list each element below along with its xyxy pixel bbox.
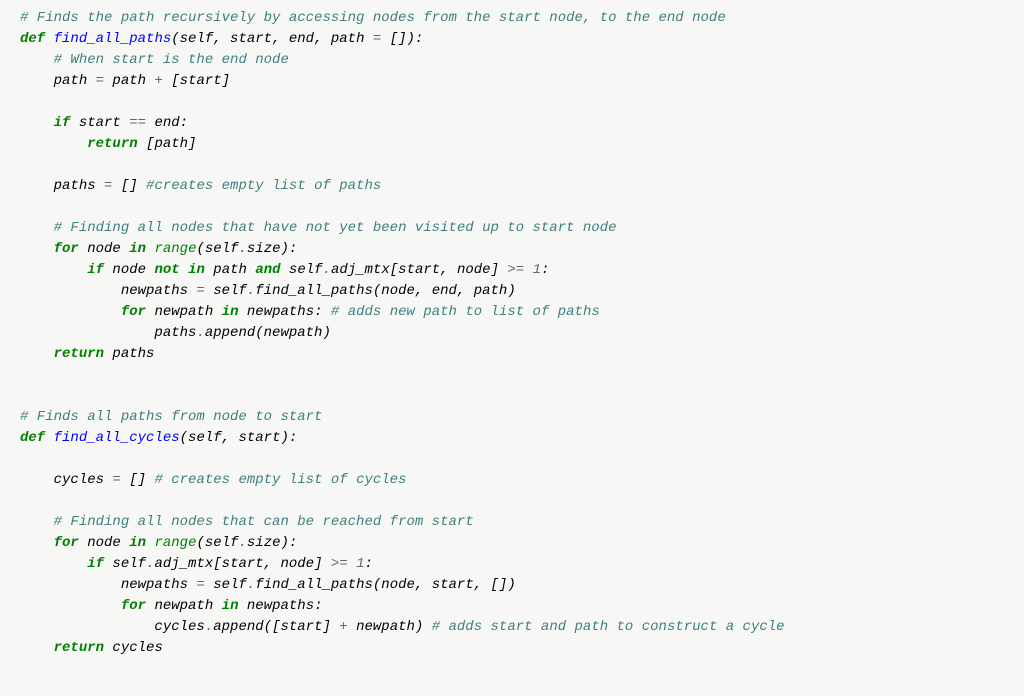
sp xyxy=(180,262,188,278)
function-name: find_all_paths xyxy=(54,31,172,47)
gte: >= xyxy=(507,262,524,278)
var: newpaths xyxy=(121,283,197,299)
in-keyword: in xyxy=(129,535,146,551)
attr: size): xyxy=(247,241,297,257)
range-builtin: range xyxy=(154,535,196,551)
expr: newpath) xyxy=(348,619,432,635)
loop-var: node xyxy=(79,241,129,257)
comment-line: # When start is the end node xyxy=(54,52,289,68)
loop-var: node xyxy=(79,535,129,551)
equals: = xyxy=(196,283,204,299)
gte: >= xyxy=(331,556,348,572)
var: paths xyxy=(154,325,196,341)
loop-var: newpath xyxy=(146,304,222,320)
in-keyword: in xyxy=(222,598,239,614)
plus: + xyxy=(154,73,162,89)
dot: . xyxy=(239,535,247,551)
if-keyword: if xyxy=(87,262,104,278)
var: cycles xyxy=(154,619,204,635)
colon: : xyxy=(541,262,549,278)
cond: start xyxy=(70,115,129,131)
sp xyxy=(348,556,356,572)
return-keyword: return xyxy=(54,640,104,656)
if-keyword: if xyxy=(87,556,104,572)
expr: adj_mtx[start, node] xyxy=(154,556,330,572)
for-keyword: for xyxy=(121,304,146,320)
eqeq: == xyxy=(129,115,146,131)
loop-var: newpath xyxy=(146,598,222,614)
sp xyxy=(524,262,532,278)
expr: self xyxy=(104,556,146,572)
return-val: paths xyxy=(104,346,154,362)
cond: end: xyxy=(146,115,188,131)
equals: = xyxy=(112,472,120,488)
var: cycles xyxy=(54,472,113,488)
call: find_all_paths(node, start, []) xyxy=(255,577,515,593)
if-keyword: if xyxy=(54,115,71,131)
in-keyword: in xyxy=(188,262,205,278)
expr: [] xyxy=(121,472,155,488)
return-val: cycles xyxy=(104,640,163,656)
args: (self xyxy=(196,241,238,257)
expr: adj_mtx[start, node] xyxy=(331,262,507,278)
default-arg: []): xyxy=(381,31,423,47)
return-keyword: return xyxy=(54,346,104,362)
attr: size): xyxy=(247,535,297,551)
number: 1 xyxy=(533,262,541,278)
code-block: # Finds the path recursively by accessin… xyxy=(20,8,1004,659)
def-keyword: def xyxy=(20,31,45,47)
for-keyword: for xyxy=(54,535,79,551)
for-keyword: for xyxy=(54,241,79,257)
in-keyword: in xyxy=(129,241,146,257)
dot: . xyxy=(323,262,331,278)
expr: [] xyxy=(112,178,146,194)
comment-line: # Finds the path recursively by accessin… xyxy=(20,10,726,26)
expr: path xyxy=(104,73,154,89)
expr: self xyxy=(281,262,323,278)
expr: self xyxy=(205,577,247,593)
expr: self xyxy=(205,283,247,299)
for-keyword: for xyxy=(121,598,146,614)
function-name: find_all_cycles xyxy=(54,430,180,446)
comment-line: # creates empty list of cycles xyxy=(154,472,406,488)
comment-line: # Finds all paths from node to start xyxy=(20,409,322,425)
iter: newpaths: xyxy=(238,304,330,320)
expr: node xyxy=(104,262,154,278)
in-keyword: in xyxy=(222,304,239,320)
var: paths xyxy=(54,178,104,194)
return-keyword: return xyxy=(87,136,137,152)
and-keyword: and xyxy=(255,262,280,278)
call: append(newpath) xyxy=(205,325,331,341)
params: (self, start): xyxy=(180,430,298,446)
comment-line: # Finding all nodes that have not yet be… xyxy=(54,220,617,236)
args: (self xyxy=(196,535,238,551)
params: (self, start, end, path xyxy=(171,31,373,47)
var: newpaths xyxy=(121,577,197,593)
call: append([start] xyxy=(213,619,339,635)
equals: = xyxy=(96,73,104,89)
dot: . xyxy=(196,325,204,341)
colon: : xyxy=(365,556,373,572)
comment-line: # Finding all nodes that can be reached … xyxy=(54,514,474,530)
dot: . xyxy=(205,619,213,635)
range-builtin: range xyxy=(154,241,196,257)
comment-line: # adds start and path to construct a cyc… xyxy=(432,619,785,635)
equals: = xyxy=(196,577,204,593)
dot: . xyxy=(239,241,247,257)
return-val: [path] xyxy=(138,136,197,152)
comment-line: #creates empty list of paths xyxy=(146,178,381,194)
call: find_all_paths(node, end, path) xyxy=(255,283,515,299)
expr: path xyxy=(205,262,255,278)
def-keyword: def xyxy=(20,430,45,446)
expr: [start] xyxy=(163,73,230,89)
iter: newpaths: xyxy=(238,598,322,614)
var: path xyxy=(54,73,96,89)
not-keyword: not xyxy=(154,262,179,278)
number: 1 xyxy=(356,556,364,572)
comment-line: # adds new path to list of paths xyxy=(331,304,600,320)
plus: + xyxy=(339,619,347,635)
